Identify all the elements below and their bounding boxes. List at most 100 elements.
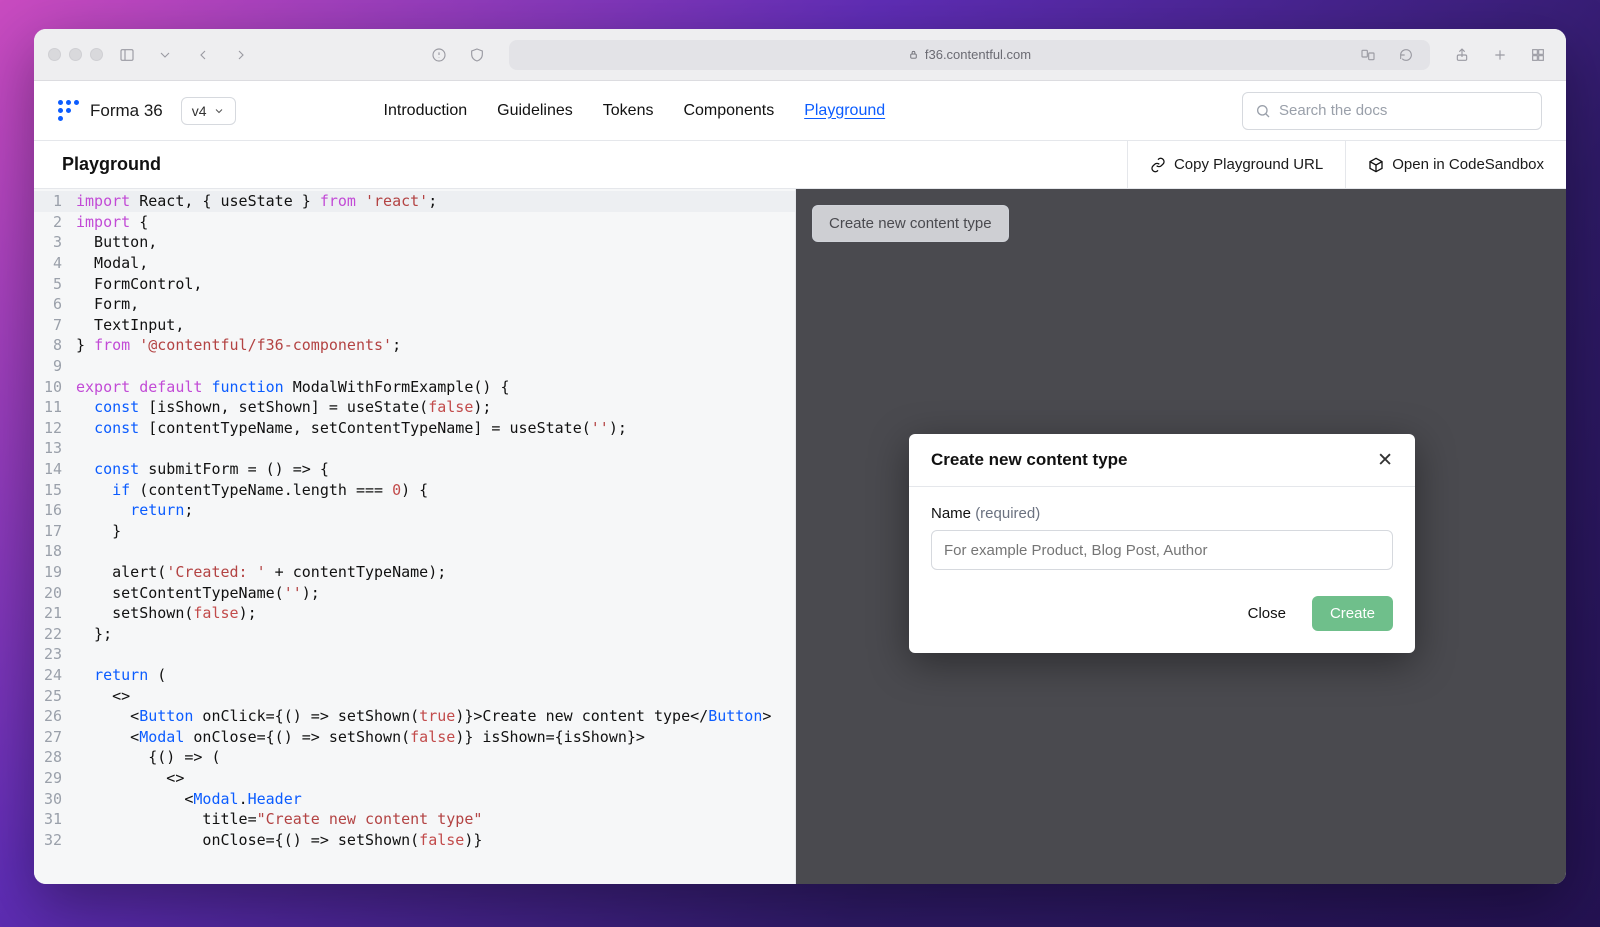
code-line[interactable]: 21 setShown(false); [34,603,795,624]
brand[interactable]: Forma 36 [58,100,163,122]
code-line[interactable]: 22 }; [34,623,795,644]
app-header: Forma 36 v4 Introduction Guidelines Toke… [34,81,1566,141]
line-number: 17 [34,522,76,540]
close-icon[interactable]: ✕ [1377,451,1393,470]
code-line[interactable]: 16 return; [34,500,795,521]
code-content: Button, [76,233,157,251]
open-sandbox-button[interactable]: Open in CodeSandbox [1345,141,1566,189]
code-line[interactable]: 26 <Button onClick={() => setShown(true)… [34,706,795,727]
code-line[interactable]: 30 <Modal.Header [34,788,795,809]
back-button[interactable] [189,42,217,68]
create-button[interactable]: Create [1312,596,1393,631]
code-editor[interactable]: 1import React, { useState } from 'react'… [34,189,796,884]
code-line[interactable]: 28 {() => ( [34,747,795,768]
line-number: 20 [34,584,76,602]
code-line[interactable]: 11 const [isShown, setShown] = useState(… [34,397,795,418]
shield-icon[interactable] [463,42,491,68]
code-line[interactable]: 23 [34,644,795,665]
copy-url-button[interactable]: Copy Playground URL [1127,141,1345,189]
code-content: import { [76,213,148,231]
browser-chrome: f36.contentful.com [34,29,1566,81]
forward-button[interactable] [227,42,255,68]
code-content: return; [76,501,193,519]
code-line[interactable]: 8} from '@contentful/f36-components'; [34,335,795,356]
code-line[interactable]: 18 [34,541,795,562]
code-line[interactable]: 17 } [34,521,795,542]
window-minimize-icon[interactable] [69,48,82,61]
workspace: 1import React, { useState } from 'react'… [34,189,1566,884]
line-number: 25 [34,687,76,705]
code-line[interactable]: 5 FormControl, [34,273,795,294]
line-number: 10 [34,378,76,396]
code-line[interactable]: 32 onClose={() => setShown(false)} [34,829,795,850]
open-sandbox-label: Open in CodeSandbox [1392,156,1544,173]
line-number: 15 [34,481,76,499]
code-line[interactable]: 19 alert('Created: ' + contentTypeName); [34,562,795,583]
modal-actions: Close Create [931,596,1393,631]
code-line[interactable]: 13 [34,438,795,459]
version-selector[interactable]: v4 [181,97,236,125]
code-line[interactable]: 15 if (contentTypeName.length === 0) { [34,479,795,500]
code-content: alert('Created: ' + contentTypeName); [76,563,446,581]
code-content: }; [76,625,112,643]
address-bar[interactable]: f36.contentful.com [509,40,1430,70]
code-content: setShown(false); [76,604,257,622]
line-number: 19 [34,563,76,581]
code-line[interactable]: 24 return ( [34,665,795,686]
box-icon [1368,157,1384,173]
search-input[interactable]: Search the docs [1242,92,1542,130]
code-line[interactable]: 20 setContentTypeName(''); [34,582,795,603]
line-number: 29 [34,769,76,787]
code-line[interactable]: 12 const [contentTypeName, setContentTyp… [34,418,795,439]
name-input[interactable] [931,530,1393,570]
nav-components[interactable]: Components [683,102,774,120]
code-content: setContentTypeName(''); [76,584,320,602]
code-line[interactable]: 14 const submitForm = () => { [34,459,795,480]
chevron-down-icon[interactable] [151,42,179,68]
line-number: 7 [34,316,76,334]
tab-overview-icon[interactable] [1524,42,1552,68]
code-content: <Modal.Header [76,790,302,808]
code-line[interactable]: 1import React, { useState } from 'react'… [34,191,795,212]
code-line[interactable]: 4 Modal, [34,253,795,274]
code-content: const [contentTypeName, setContentTypeNa… [76,419,627,437]
code-line[interactable]: 31 title="Create new content type" [34,809,795,830]
code-line[interactable]: 6 Form, [34,294,795,315]
code-content: const [isShown, setShown] = useState(fal… [76,398,491,416]
code-content: onClose={() => setShown(false)} [76,831,482,849]
code-line[interactable]: 3 Button, [34,232,795,253]
modal-dialog: Create new content type ✕ Name (required… [909,434,1415,653]
window-close-icon[interactable] [48,48,61,61]
code-line[interactable]: 7 TextInput, [34,315,795,336]
code-line[interactable]: 10export default function ModalWithFormE… [34,376,795,397]
translate-icon[interactable] [1354,42,1382,68]
code-line[interactable]: 25 <> [34,685,795,706]
window-zoom-icon[interactable] [90,48,103,61]
code-content: export default function ModalWithFormExa… [76,378,510,396]
nav-introduction[interactable]: Introduction [384,102,468,120]
line-number: 13 [34,439,76,457]
share-icon[interactable] [1448,42,1476,68]
name-label-text: Name [931,505,971,522]
line-number: 6 [34,295,76,313]
line-number: 5 [34,275,76,293]
code-line[interactable]: 2import { [34,212,795,233]
code-line[interactable]: 27 <Modal onClose={() => setShown(false)… [34,726,795,747]
nav-tokens[interactable]: Tokens [603,102,654,120]
line-number: 4 [34,254,76,272]
line-number: 1 [34,192,76,210]
nav-guidelines[interactable]: Guidelines [497,102,573,120]
address-text: f36.contentful.com [925,47,1031,62]
create-content-type-button[interactable]: Create new content type [812,205,1009,242]
chevron-down-icon [213,105,225,117]
code-line[interactable]: 29 <> [34,768,795,789]
code-content: import React, { useState } from 'react'; [76,192,437,210]
reload-icon[interactable] [1392,42,1420,68]
new-tab-icon[interactable] [1486,42,1514,68]
code-content: <> [76,687,130,705]
privacy-report-icon[interactable] [425,42,453,68]
close-button[interactable]: Close [1236,597,1298,630]
nav-playground[interactable]: Playground [804,102,885,120]
code-line[interactable]: 9 [34,356,795,377]
sidebar-toggle-icon[interactable] [113,42,141,68]
